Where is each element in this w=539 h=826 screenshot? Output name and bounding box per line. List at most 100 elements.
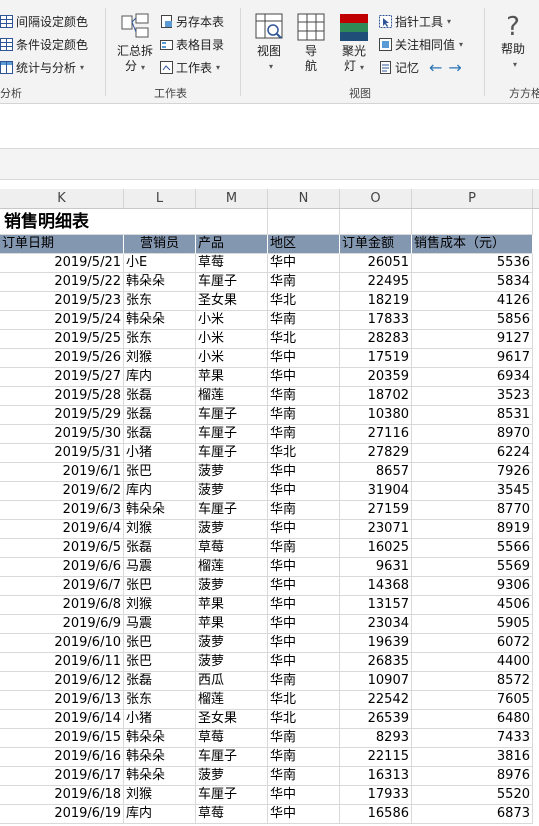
table-cell[interactable]: 华南 bbox=[268, 425, 340, 444]
table-cell[interactable]: 2019/6/9 bbox=[0, 615, 124, 634]
table-cell[interactable]: 张磊 bbox=[124, 406, 196, 425]
table-cell[interactable]: 9127 bbox=[412, 330, 533, 349]
table-cell[interactable]: 6934 bbox=[412, 368, 533, 387]
help-button[interactable]: ? 帮助 ▾ bbox=[495, 12, 531, 72]
table-cell[interactable]: 27829 bbox=[340, 444, 412, 463]
table-cell[interactable]: 16025 bbox=[340, 539, 412, 558]
table-cell[interactable]: 华中 bbox=[268, 805, 340, 824]
table-cell[interactable]: 27116 bbox=[340, 425, 412, 444]
table-cell[interactable]: 18702 bbox=[340, 387, 412, 406]
spotlight-button[interactable]: 聚光 灯 ▾ bbox=[335, 12, 373, 75]
table-cell[interactable]: 车厘子 bbox=[196, 748, 268, 767]
stats-analysis-button[interactable]: 统计与分析 ▾ bbox=[0, 57, 84, 77]
table-cell[interactable]: 小E bbox=[124, 254, 196, 273]
table-cell[interactable]: 2019/6/15 bbox=[0, 729, 124, 748]
table-cell[interactable]: 华北 bbox=[268, 444, 340, 463]
worksheet-button[interactable]: 工作表 ▾ bbox=[160, 57, 220, 77]
table-cell[interactable]: 车厘子 bbox=[196, 501, 268, 520]
table-cell[interactable]: 2019/6/14 bbox=[0, 710, 124, 729]
table-cell[interactable]: 5856 bbox=[412, 311, 533, 330]
table-cell[interactable]: 张东 bbox=[124, 292, 196, 311]
table-cell[interactable]: 华中 bbox=[268, 254, 340, 273]
table-cell[interactable]: 23034 bbox=[340, 615, 412, 634]
table-cell[interactable]: 10380 bbox=[340, 406, 412, 425]
table-cell[interactable]: 菠萝 bbox=[196, 577, 268, 596]
table-cell[interactable]: 华中 bbox=[268, 786, 340, 805]
table-cell[interactable]: 华南 bbox=[268, 311, 340, 330]
table-cell[interactable]: 韩朵朵 bbox=[124, 501, 196, 520]
table-cell[interactable]: 26539 bbox=[340, 710, 412, 729]
table-cell[interactable]: 库内 bbox=[124, 805, 196, 824]
table-cell[interactable]: 菠萝 bbox=[196, 767, 268, 786]
table-cell[interactable]: 华中 bbox=[268, 349, 340, 368]
header-product[interactable]: 产品 bbox=[196, 235, 268, 254]
table-cell[interactable] bbox=[268, 209, 340, 235]
interval-color-button[interactable]: 间隔设定颜色 bbox=[0, 11, 88, 31]
table-cell[interactable]: 2019/6/16 bbox=[0, 748, 124, 767]
table-cell[interactable]: 5569 bbox=[412, 558, 533, 577]
table-cell[interactable]: 圣女果 bbox=[196, 710, 268, 729]
table-cell[interactable]: 6480 bbox=[412, 710, 533, 729]
table-cell[interactable]: 华中 bbox=[268, 615, 340, 634]
table-cell[interactable]: 车厘子 bbox=[196, 406, 268, 425]
table-cell[interactable]: 2019/6/5 bbox=[0, 539, 124, 558]
table-cell[interactable]: 5536 bbox=[412, 254, 533, 273]
focus-same-value-button[interactable]: 关注相同值 ▾ bbox=[379, 34, 463, 54]
table-cell[interactable]: 库内 bbox=[124, 482, 196, 501]
table-cell[interactable]: 18219 bbox=[340, 292, 412, 311]
table-cell[interactable]: 5566 bbox=[412, 539, 533, 558]
table-cell[interactable]: 榴莲 bbox=[196, 558, 268, 577]
table-cell[interactable]: 草莓 bbox=[196, 539, 268, 558]
table-cell[interactable]: 2019/5/24 bbox=[0, 311, 124, 330]
table-cell[interactable]: 2019/5/31 bbox=[0, 444, 124, 463]
table-cell[interactable]: 韩朵朵 bbox=[124, 729, 196, 748]
table-cell[interactable]: 张磊 bbox=[124, 672, 196, 691]
header-order-date[interactable]: 订单日期 bbox=[0, 235, 124, 254]
table-cell[interactable]: 苹果 bbox=[196, 596, 268, 615]
table-cell[interactable]: 小米 bbox=[196, 330, 268, 349]
column-header-p[interactable]: P bbox=[412, 189, 533, 208]
table-cell[interactable]: 苹果 bbox=[196, 615, 268, 634]
table-cell[interactable]: 华中 bbox=[268, 577, 340, 596]
table-cell[interactable]: 2019/6/12 bbox=[0, 672, 124, 691]
table-cell[interactable]: 苹果 bbox=[196, 368, 268, 387]
table-cell[interactable]: 8531 bbox=[412, 406, 533, 425]
table-cell[interactable]: 5905 bbox=[412, 615, 533, 634]
table-cell[interactable]: 华中 bbox=[268, 368, 340, 387]
table-cell[interactable]: 圣女果 bbox=[196, 292, 268, 311]
table-cell[interactable]: 菠萝 bbox=[196, 463, 268, 482]
table-cell[interactable]: 车厘子 bbox=[196, 786, 268, 805]
table-cell[interactable]: 8970 bbox=[412, 425, 533, 444]
table-cell[interactable]: 华南 bbox=[268, 501, 340, 520]
table-cell[interactable]: 韩朵朵 bbox=[124, 273, 196, 292]
table-cell[interactable]: 华北 bbox=[268, 330, 340, 349]
table-cell[interactable]: 张磊 bbox=[124, 539, 196, 558]
table-cell[interactable]: 7926 bbox=[412, 463, 533, 482]
table-cell[interactable]: 西瓜 bbox=[196, 672, 268, 691]
table-cell[interactable]: 26051 bbox=[340, 254, 412, 273]
table-cell[interactable]: 张东 bbox=[124, 330, 196, 349]
table-cell[interactable]: 22542 bbox=[340, 691, 412, 710]
table-cell[interactable]: 8657 bbox=[340, 463, 412, 482]
table-cell[interactable]: 2019/6/2 bbox=[0, 482, 124, 501]
table-cell[interactable]: 23071 bbox=[340, 520, 412, 539]
table-cell[interactable]: 8770 bbox=[412, 501, 533, 520]
table-cell[interactable]: 华北 bbox=[268, 710, 340, 729]
table-cell[interactable]: 5520 bbox=[412, 786, 533, 805]
table-cell[interactable] bbox=[412, 209, 533, 235]
table-cell[interactable]: 华南 bbox=[268, 387, 340, 406]
table-cell[interactable]: 2019/5/26 bbox=[0, 349, 124, 368]
table-cell[interactable]: 17933 bbox=[340, 786, 412, 805]
table-cell[interactable]: 2019/6/18 bbox=[0, 786, 124, 805]
table-cell[interactable]: 2019/6/19 bbox=[0, 805, 124, 824]
table-cell[interactable]: 小米 bbox=[196, 311, 268, 330]
table-cell[interactable]: 韩朵朵 bbox=[124, 311, 196, 330]
table-cell[interactable]: 榴莲 bbox=[196, 387, 268, 406]
table-cell[interactable]: 张巴 bbox=[124, 463, 196, 482]
table-cell[interactable]: 华南 bbox=[268, 672, 340, 691]
table-cell[interactable]: 2019/5/29 bbox=[0, 406, 124, 425]
table-cell[interactable]: 5834 bbox=[412, 273, 533, 292]
table-cell[interactable]: 华南 bbox=[268, 729, 340, 748]
table-cell[interactable]: 张磊 bbox=[124, 387, 196, 406]
table-cell[interactable]: 2019/6/10 bbox=[0, 634, 124, 653]
